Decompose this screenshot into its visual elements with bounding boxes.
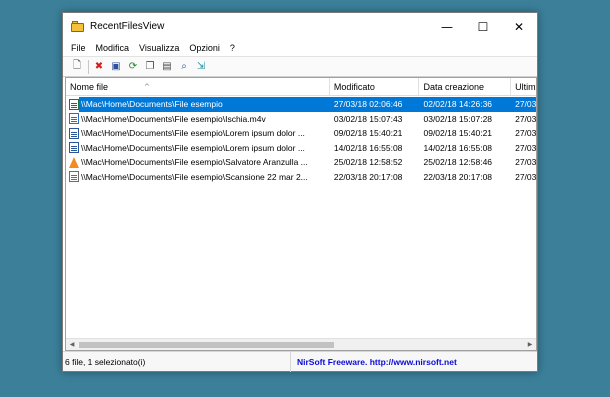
table-row[interactable]: \\Mac\Home\Documents\File esempio\Scansi… (66, 170, 536, 185)
exit-icon[interactable]: ⇲ (194, 60, 208, 74)
scroll-track[interactable] (78, 339, 524, 351)
close-button[interactable]: ✕ (501, 13, 537, 40)
cell-created: 25/02/18 12:58:46 (423, 157, 493, 168)
minimize-button[interactable]: — (429, 13, 465, 40)
column-header-label: Nome file (70, 82, 109, 92)
title-bar[interactable]: RecentFilesView — ☐ ✕ (63, 13, 537, 40)
word-file-icon (69, 142, 79, 154)
cell-last: 27/03 (515, 113, 536, 124)
file-path: \\Mac\Home\Documents\File esempio\Ischia… (81, 113, 266, 124)
cell-modified: 22/03/18 20:17:08 (333, 171, 403, 182)
properties-icon[interactable]: 🗋 (70, 60, 84, 74)
file-path: \\Mac\Home\Documents\File esempio\Scansi… (81, 171, 308, 182)
cell-modified: 09/02/18 15:40:21 (333, 128, 403, 139)
cell-modified: 27/03/18 02:06:46 (329, 97, 420, 112)
find-icon[interactable]: ⌕ (177, 60, 191, 74)
recentfilesview-window: RecentFilesView — ☐ ✕ File Modifica Visu… (62, 12, 538, 372)
file-path: \\Mac\Home\Documents\File esempio\Salvat… (81, 157, 308, 168)
cell-file-name: \\Mac\Home\Documents\File esempio\Lorem … (66, 126, 330, 141)
table-row[interactable]: \\Mac\Home\Documents\File esempio\Ischia… (66, 112, 536, 127)
delete-icon[interactable]: ✖ (92, 60, 106, 74)
table-row[interactable]: \\Mac\Home\Documents\File esempio\Lorem … (66, 141, 536, 156)
menu-modifica[interactable]: Modifica (91, 43, 135, 53)
cell-last: 27/03 (515, 142, 536, 153)
menu-file[interactable]: File (66, 43, 91, 53)
cell-created: 02/02/18 14:26:36 (419, 97, 512, 112)
file-path: \\Mac\Home\Documents\File esempio\Lorem … (81, 142, 305, 153)
cell-file-name: \\Mac\Home\Documents\File esempio\Lorem … (66, 141, 330, 156)
refresh-icon[interactable]: ⟳ (126, 60, 140, 74)
toolbar: 🗋 ✖ ▣ ⟳ ❐ ▤ ⌕ ⇲ (63, 56, 537, 77)
menu-visualizza[interactable]: Visualizza (134, 43, 184, 53)
html-report-icon[interactable]: ▤ (160, 60, 174, 74)
menu-opzioni[interactable]: Opzioni (184, 43, 225, 53)
cell-last: 27/03 (515, 128, 536, 139)
cell-created: 22/03/18 20:17:08 (423, 171, 493, 182)
scroll-left-icon[interactable]: ◀ (66, 339, 78, 351)
table-row[interactable]: \\Mac\Home\Documents\File esempio\Lorem … (66, 126, 536, 141)
cell-created: 09/02/18 15:40:21 (423, 128, 493, 139)
column-header-modificato[interactable]: Modificato (330, 78, 420, 96)
cell-file-name: \\Mac\Home\Documents\File esempio\Salvat… (66, 155, 330, 170)
table-row[interactable]: \\Mac\Home\Documents\File esempio 27/03/1… (66, 97, 536, 112)
save-icon[interactable]: ▣ (109, 60, 123, 74)
status-bar: 6 file, 1 selezionato(i) NirSoft Freewar… (63, 351, 537, 372)
cell-created: 14/02/18 16:55:08 (423, 142, 493, 153)
table-row[interactable]: \\Mac\Home\Documents\File esempio\Salvat… (66, 155, 536, 170)
status-count: 6 file, 1 selezionato(i) (63, 351, 291, 372)
column-header-ultimo[interactable]: Ultim (511, 78, 536, 96)
list-rows: \\Mac\Home\Documents\File esempio 27/03/1… (66, 97, 536, 184)
video-file-icon (69, 113, 79, 125)
cell-last: 27/03 (515, 157, 536, 168)
sort-arrow-icon: ^ (144, 83, 150, 91)
cell-last: 27/03 (515, 171, 536, 182)
cell-last: 27/03 (511, 97, 536, 112)
scroll-thumb[interactable] (79, 341, 334, 348)
menu-help[interactable]: ? (225, 43, 240, 53)
text-file-icon (69, 171, 79, 183)
window-title: RecentFilesView (90, 21, 165, 32)
file-path: \\Mac\Home\Documents\File esempio\Lorem … (81, 128, 305, 139)
cell-file-name: \\Mac\Home\Documents\File esempio\Ischia… (66, 112, 330, 127)
word-file-icon (69, 127, 79, 139)
horizontal-scrollbar[interactable]: ◀ ▶ (66, 338, 536, 350)
copy-icon[interactable]: ❐ (143, 60, 157, 74)
toolbar-separator (88, 59, 89, 74)
file-list[interactable]: Nome file ^ Modificato Data creazione Ul… (65, 77, 537, 351)
column-header-data-creazione[interactable]: Data creazione (419, 78, 512, 96)
file-path: \\Mac\Home\Documents\File esempio (79, 97, 330, 112)
scroll-right-icon[interactable]: ▶ (524, 339, 536, 351)
cell-modified: 14/02/18 16:55:08 (333, 142, 403, 153)
cell-file-name: \\Mac\Home\Documents\File esempio (66, 97, 330, 112)
cell-file-name: \\Mac\Home\Documents\File esempio\Scansi… (66, 170, 330, 185)
excel-file-icon (69, 98, 79, 110)
cell-modified: 03/02/18 15:07:43 (333, 113, 403, 124)
cell-modified: 25/02/18 12:58:52 (333, 157, 403, 168)
menu-bar: File Modifica Visualizza Opzioni ? (63, 40, 537, 56)
column-header-nome-file[interactable]: Nome file ^ (66, 78, 330, 96)
nirsoft-link[interactable]: NirSoft Freeware. http://www.nirsoft.net (291, 357, 537, 367)
vlc-cone-icon (69, 156, 79, 168)
app-folder-icon (71, 21, 84, 32)
cell-created: 03/02/18 15:07:28 (423, 113, 493, 124)
maximize-button[interactable]: ☐ (465, 13, 501, 40)
list-header: Nome file ^ Modificato Data creazione Ul… (66, 78, 536, 96)
